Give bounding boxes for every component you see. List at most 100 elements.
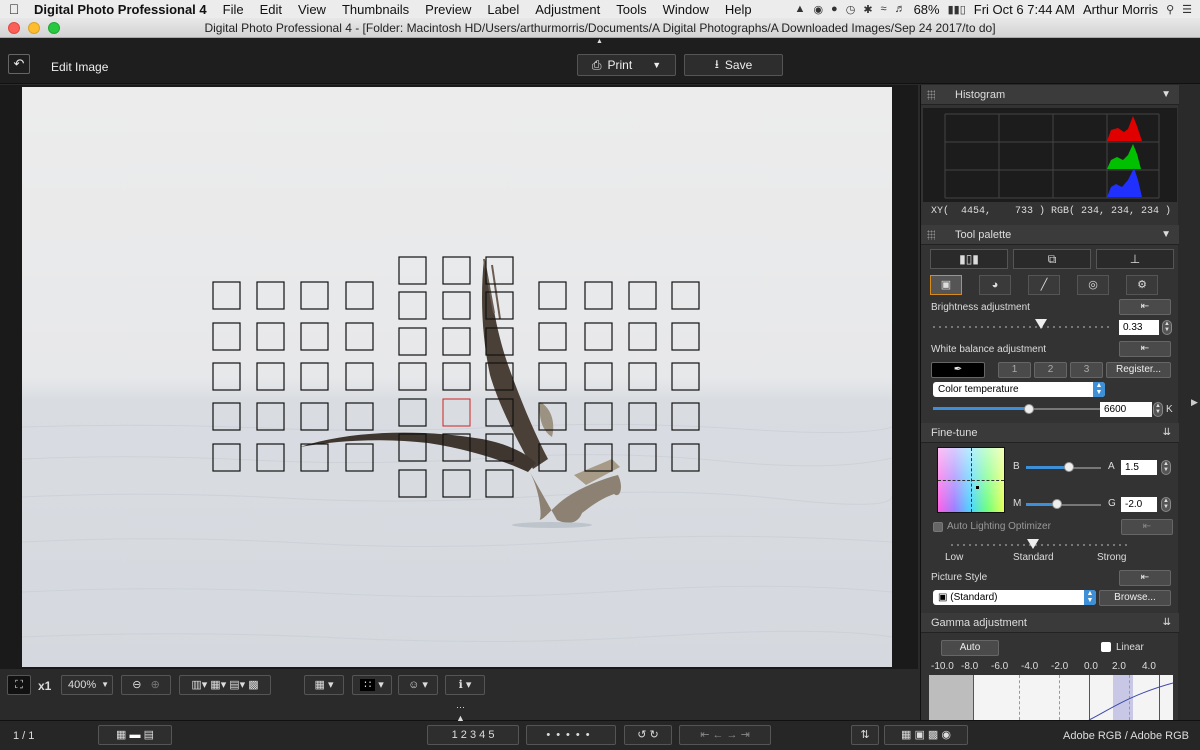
compare-tool-button[interactable]: ▮▯▮ xyxy=(930,249,1008,269)
back-button[interactable]: ↶ xyxy=(8,54,30,74)
expand-panel-icon[interactable]: ⋯ ▲ xyxy=(456,702,465,723)
window-minimize-button[interactable] xyxy=(28,22,40,34)
stamp-tool-button[interactable]: ⊥ xyxy=(1096,249,1174,269)
last-image-icon[interactable]: ⇥ xyxy=(741,729,750,741)
spotify-icon[interactable]: ● xyxy=(831,3,838,15)
wb-preset-2[interactable]: 2 xyxy=(1034,362,1067,378)
panel-toggle-icon[interactable]: ▶ xyxy=(1191,397,1198,408)
rating-2[interactable]: 2 xyxy=(461,729,467,741)
print-button[interactable]: ⎙ Print ▼ xyxy=(577,54,676,76)
linear-checkbox[interactable] xyxy=(1101,642,1111,652)
camera-view-icon[interactable]: ◉ xyxy=(941,729,951,741)
photo[interactable] xyxy=(22,87,892,667)
chevron-down-icon[interactable]: ▼ xyxy=(1161,225,1171,245)
info-button[interactable]: ℹ ▾ xyxy=(445,675,485,695)
image-viewer[interactable] xyxy=(0,85,918,669)
chevron-down-icon[interactable]: ▼ xyxy=(1161,85,1171,105)
first-image-icon[interactable]: ⇤ xyxy=(700,729,709,741)
fine-tune-point[interactable] xyxy=(976,486,979,489)
save-button[interactable]: ⭳ Save xyxy=(684,54,783,76)
battery-percent[interactable]: 68% xyxy=(914,2,940,17)
split-view-icon[interactable]: ▩ xyxy=(248,679,258,691)
zoom-level-select[interactable]: 400% ▼ xyxy=(61,675,113,695)
battery-icon[interactable]: ▮▮▯ xyxy=(948,3,966,16)
g-value-field[interactable]: -2.0 xyxy=(1121,497,1157,512)
color-temp-slider-knob[interactable] xyxy=(1024,404,1034,414)
fine-tune-header[interactable]: Fine-tune ⇊ xyxy=(921,423,1179,443)
menu-preview[interactable]: Preview xyxy=(417,2,479,17)
picture-style-reset-button[interactable]: ⇤ xyxy=(1119,570,1171,586)
previous-image-icon[interactable]: ← xyxy=(712,729,723,741)
a-value-field[interactable]: 1.5 xyxy=(1121,460,1157,475)
gamma-header[interactable]: Gamma adjustment ⇊ xyxy=(921,613,1179,633)
tab-color-adjustment[interactable]: ◕ xyxy=(979,275,1011,295)
tool-palette-header[interactable]: Tool palette ▼ xyxy=(921,225,1179,245)
browse-button[interactable]: Browse... xyxy=(1099,590,1171,606)
fit-to-screen-button[interactable]: ⛶ xyxy=(7,675,31,695)
menu-edit[interactable]: Edit xyxy=(252,2,290,17)
highlight-warning-button[interactable]: ☺ ▾ xyxy=(398,675,438,695)
color-fine-tune-grid[interactable] xyxy=(937,447,1005,513)
menu-window[interactable]: Window xyxy=(655,2,717,17)
apple-menu-icon[interactable]:  xyxy=(0,1,28,17)
menu-tools[interactable]: Tools xyxy=(608,2,654,17)
g-stepper[interactable]: ▲ ▼ xyxy=(1161,497,1171,512)
collapse-toolbar-icon[interactable]: ▲ xyxy=(596,38,603,45)
af-point-display-icon[interactable]: ▥▾ xyxy=(191,679,207,691)
rating-4[interactable]: 4 xyxy=(479,729,485,741)
window-close-button[interactable] xyxy=(8,22,20,34)
brightness-slider-knob[interactable] xyxy=(1035,319,1047,329)
brightness-value-field[interactable]: 0.33 xyxy=(1119,320,1159,335)
af-points-button[interactable]: ∷ ▾ xyxy=(352,675,392,695)
m-g-slider-knob[interactable] xyxy=(1052,499,1062,509)
eyedropper-button[interactable]: ✒ xyxy=(931,362,985,378)
brightness-stepper[interactable]: ▲ ▼ xyxy=(1162,320,1172,335)
malwarebytes-icon[interactable]: ▲ xyxy=(795,3,806,15)
gamma-auto-button[interactable]: Auto xyxy=(941,640,999,656)
grid-overlay-button[interactable]: ▦ ▾ xyxy=(304,675,344,695)
rotate-left-icon[interactable]: ↺ xyxy=(637,729,646,741)
menu-view[interactable]: View xyxy=(290,2,334,17)
drag-grip-icon[interactable] xyxy=(927,230,935,240)
binoculars-icon[interactable]: ◉ xyxy=(813,3,823,16)
tab-color-wheel[interactable]: ◎ xyxy=(1077,275,1109,295)
tab-basic-adjustment[interactable]: ▣ xyxy=(930,275,962,295)
menu-file[interactable]: File xyxy=(215,2,252,17)
list-layout-icon[interactable]: ▤ xyxy=(144,729,154,741)
zoom-in-icon[interactable]: ⊕ xyxy=(151,679,160,691)
histogram-header[interactable]: Histogram ▼ xyxy=(921,85,1179,105)
sort-button[interactable]: ⇅ xyxy=(851,725,879,745)
grid-display-icon[interactable]: ▦▾ xyxy=(210,679,226,691)
color-temp-field[interactable]: 6600 xyxy=(1100,402,1152,417)
zoom-multiplier[interactable]: x1 xyxy=(38,679,51,693)
time-machine-icon[interactable]: ◷ xyxy=(846,3,856,16)
brightness-slider[interactable] xyxy=(933,326,1113,328)
gamma-graph[interactable] xyxy=(929,675,1173,720)
alo-slider-knob[interactable] xyxy=(1027,539,1039,549)
brightness-reset-button[interactable]: ⇤ xyxy=(1119,299,1171,315)
star-rating-dots[interactable]: ••••• xyxy=(526,725,616,745)
user-name[interactable]: Arthur Morris xyxy=(1083,2,1158,17)
tab-settings[interactable]: ⚙ xyxy=(1126,275,1158,295)
a-stepper[interactable]: ▲ ▼ xyxy=(1161,460,1171,475)
menu-label[interactable]: Label xyxy=(479,2,527,17)
thumbnail-layout-icon[interactable]: ▦ xyxy=(116,729,126,741)
double-chevron-icon[interactable]: ⇊ xyxy=(1163,423,1171,443)
rating-3[interactable]: 3 xyxy=(470,729,476,741)
rotate-right-icon[interactable]: ↻ xyxy=(650,729,659,741)
next-image-icon[interactable]: → xyxy=(727,729,738,741)
alo-slider[interactable] xyxy=(951,544,1131,546)
single-layout-icon[interactable]: ▬ xyxy=(130,729,141,741)
volume-icon[interactable]: ♬ xyxy=(895,3,906,15)
edit-image-icon[interactable]: ▣ xyxy=(914,729,924,741)
white-balance-reset-button[interactable]: ⇤ xyxy=(1119,341,1171,357)
compare-icon[interactable]: ▩ xyxy=(928,729,938,741)
drag-grip-icon[interactable] xyxy=(927,90,935,100)
menu-help[interactable]: Help xyxy=(717,2,760,17)
rating-1[interactable]: 1 xyxy=(452,729,458,741)
compare-display-icon[interactable]: ▤▾ xyxy=(229,679,245,691)
b-a-slider-knob[interactable] xyxy=(1064,462,1074,472)
spotlight-search-icon[interactable]: ⚲ xyxy=(1166,3,1174,16)
picture-style-select[interactable]: ▣ (Standard) ▲ ▼ xyxy=(933,590,1096,605)
wb-mode-select[interactable]: Color temperature ▲ ▼ xyxy=(933,382,1105,397)
